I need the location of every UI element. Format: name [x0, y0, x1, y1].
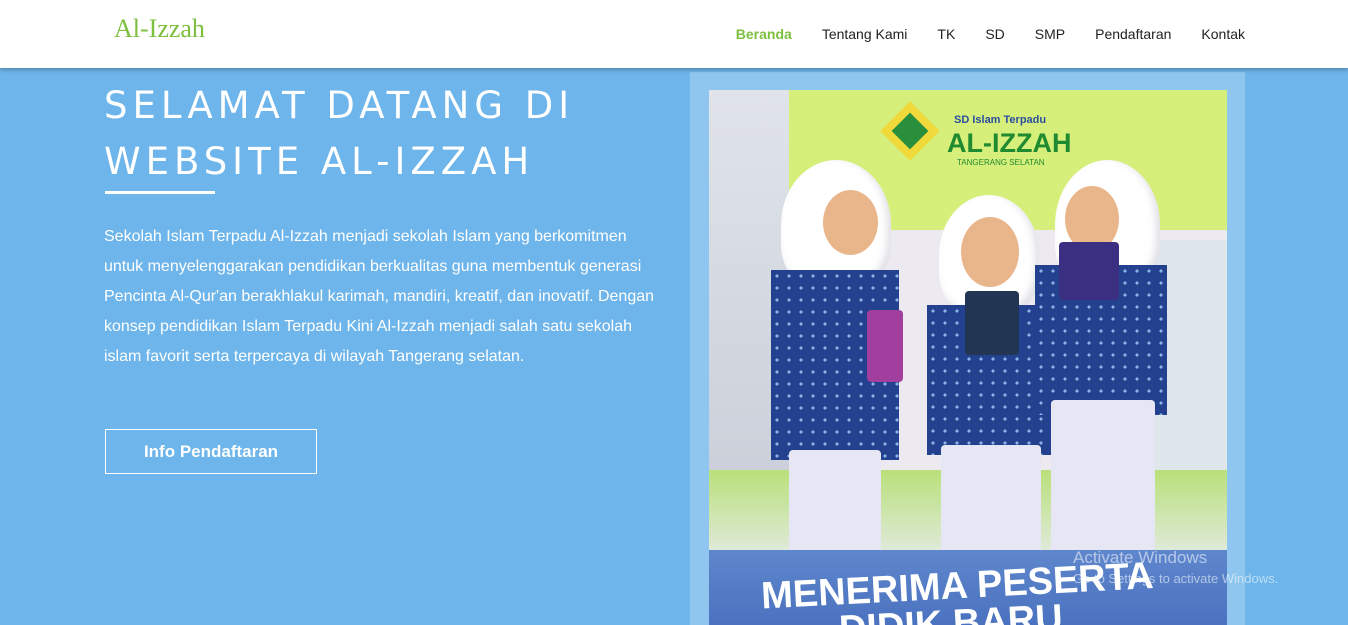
- main-nav: Beranda Tentang Kami TK SD SMP Pendaftar…: [706, 25, 1245, 43]
- poster-logo-subtitle: SD Islam Terpadu: [954, 114, 1047, 126]
- brand-logo-link[interactable]: Al-Izzah: [114, 14, 205, 44]
- title-underline-divider: [105, 191, 215, 194]
- admission-poster-image: SD Islam Terpadu AL-IZZAH TANGERANG SELA…: [709, 90, 1227, 625]
- poster-logo-city: TANGERANG SELATAN: [957, 158, 1045, 167]
- nav-item-tentang-kami[interactable]: Tentang Kami: [822, 25, 908, 43]
- hero-description: Sekolah Islam Terpadu Al-Izzah menjadi s…: [104, 228, 655, 365]
- activate-windows-watermark-text: Go to Settings to activate Windows.: [1073, 571, 1279, 586]
- poster-logo-title: AL-IZZAH: [947, 128, 1072, 158]
- nav-item-pendaftaran[interactable]: Pendaftaran: [1095, 25, 1171, 43]
- activate-windows-watermark-title: Activate Windows: [1073, 548, 1208, 567]
- nav-item-smp[interactable]: SMP: [1035, 25, 1065, 43]
- nav-item-kontak[interactable]: Kontak: [1201, 25, 1245, 43]
- nav-item-sd[interactable]: SD: [985, 25, 1004, 43]
- nav-item-beranda[interactable]: Beranda: [736, 25, 792, 43]
- top-navbar: Al-Izzah Beranda Tentang Kami TK SD SMP …: [0, 0, 1348, 68]
- info-pendaftaran-button[interactable]: Info Pendaftaran: [105, 429, 317, 474]
- nav-item-tk[interactable]: TK: [937, 25, 955, 43]
- hero-title-line1: SELAMAT DATANG DI: [104, 84, 575, 127]
- hero-title: SELAMAT DATANG DI WEBSITE AL-IZZAH: [104, 78, 664, 190]
- hero-title-line2: WEBSITE AL-IZZAH: [104, 140, 535, 183]
